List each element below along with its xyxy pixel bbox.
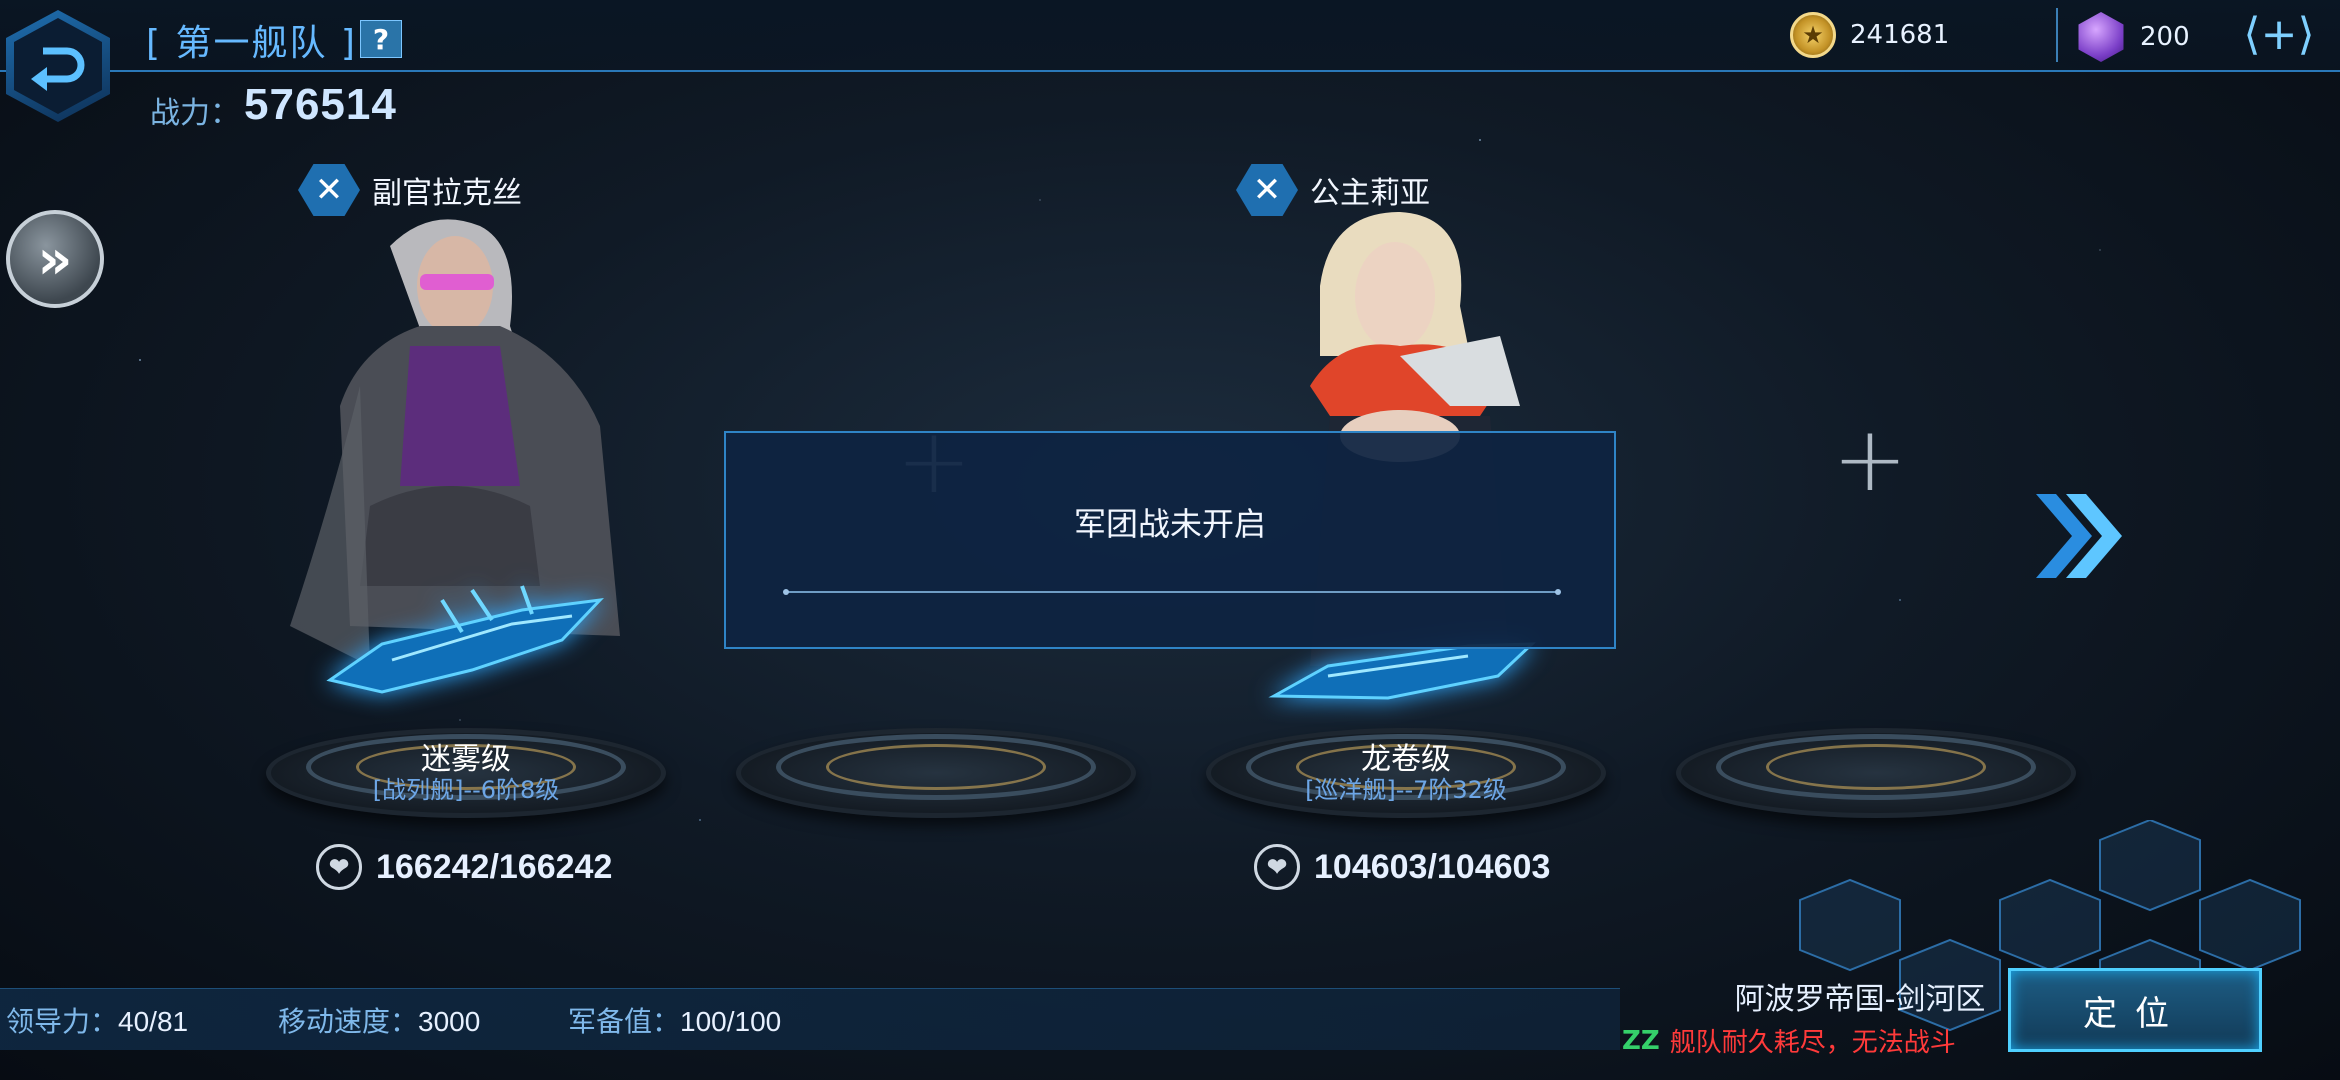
ship-grade-1: [战列舰]--6阶8级 [372,776,560,804]
speed-stat: 移动速度：3000 [278,1000,480,1040]
fleet-title: [ 第一舰队 ] [146,23,357,64]
leadership-value: 40/81 [118,1006,189,1037]
platform-2[interactable] [736,708,1136,828]
star-coin-icon: ★ [1790,12,1836,58]
notice-dialog: 军团战未开启 [724,431,1616,649]
add-gems-button[interactable]: ⟨+⟩ [2243,9,2314,60]
back-arrow-icon [31,47,85,91]
help-button[interactable]: ? [360,20,402,58]
platform-4[interactable] [1676,708,2076,828]
power-value: 576514 [244,80,397,129]
heart-icon: ❤ [316,844,362,890]
battleship-model[interactable] [322,580,608,710]
heart-icon: ❤ [1254,844,1300,890]
hp-value-1: 166242/166242 [376,847,613,886]
fleet-warning: ZZ 舰队耐久耗尽，无法战斗 [1622,1022,1956,1059]
platform-1[interactable]: 迷雾级 [战列舰]--6阶8级 [266,708,666,828]
hp-display-2: ❤ 104603/104603 [1254,844,1550,890]
gold-resource: ★ 241681 [1790,12,1949,58]
expand-button[interactable]: » [6,210,104,308]
gold-amount: 241681 [1850,20,1950,50]
platform-inner-ring [826,744,1046,790]
gem-amount: 200 [2140,22,2190,52]
leadership-label: 领导力： [6,1005,119,1038]
hp-display-1: ❤ 166242/166242 [316,844,612,890]
supply-stat: 军备值：100/100 [568,1000,781,1040]
warning-text: 舰队耐久耗尽，无法战斗 [1669,1028,1956,1058]
power-label: 战力： [150,96,240,131]
bottom-bar [0,988,1620,1050]
supply-label: 军备值： [568,1005,681,1038]
double-chevron-right-icon: » [37,227,73,291]
speed-label: 移动速度： [278,1005,419,1038]
supply-value: 100/100 [680,1006,782,1037]
gem-resource: 200 [2076,12,2190,62]
chevron-right-icon [2036,494,2122,578]
locate-button[interactable]: 定位 [2008,968,2262,1052]
purple-gem-icon [2078,12,2124,62]
close-icon: ✕ [314,170,344,210]
plus-icon: + [1832,406,1908,512]
platform-3[interactable]: 龙卷级 [巡洋舰]--7阶32级 [1206,708,1606,828]
region-name: 阿波罗帝国-剑河区 [1734,982,1986,1017]
leadership-stat: 领导力：40/81 [6,1000,188,1040]
sleep-icon: ZZ [1622,1025,1660,1056]
speed-value: 3000 [418,1006,481,1037]
ship-grade-2: [巡洋舰]--7阶32级 [1305,776,1507,804]
resource-divider [2056,8,2058,62]
close-icon: ✕ [1252,170,1282,210]
add-officer-slot-4[interactable]: + [1820,404,1920,514]
notice-divider [783,589,1561,595]
hp-value-2: 104603/104603 [1314,847,1551,886]
notice-message: 军团战未开启 [1073,505,1266,543]
next-page-button[interactable] [2030,490,2122,582]
platform-inner-ring [1766,744,1986,790]
